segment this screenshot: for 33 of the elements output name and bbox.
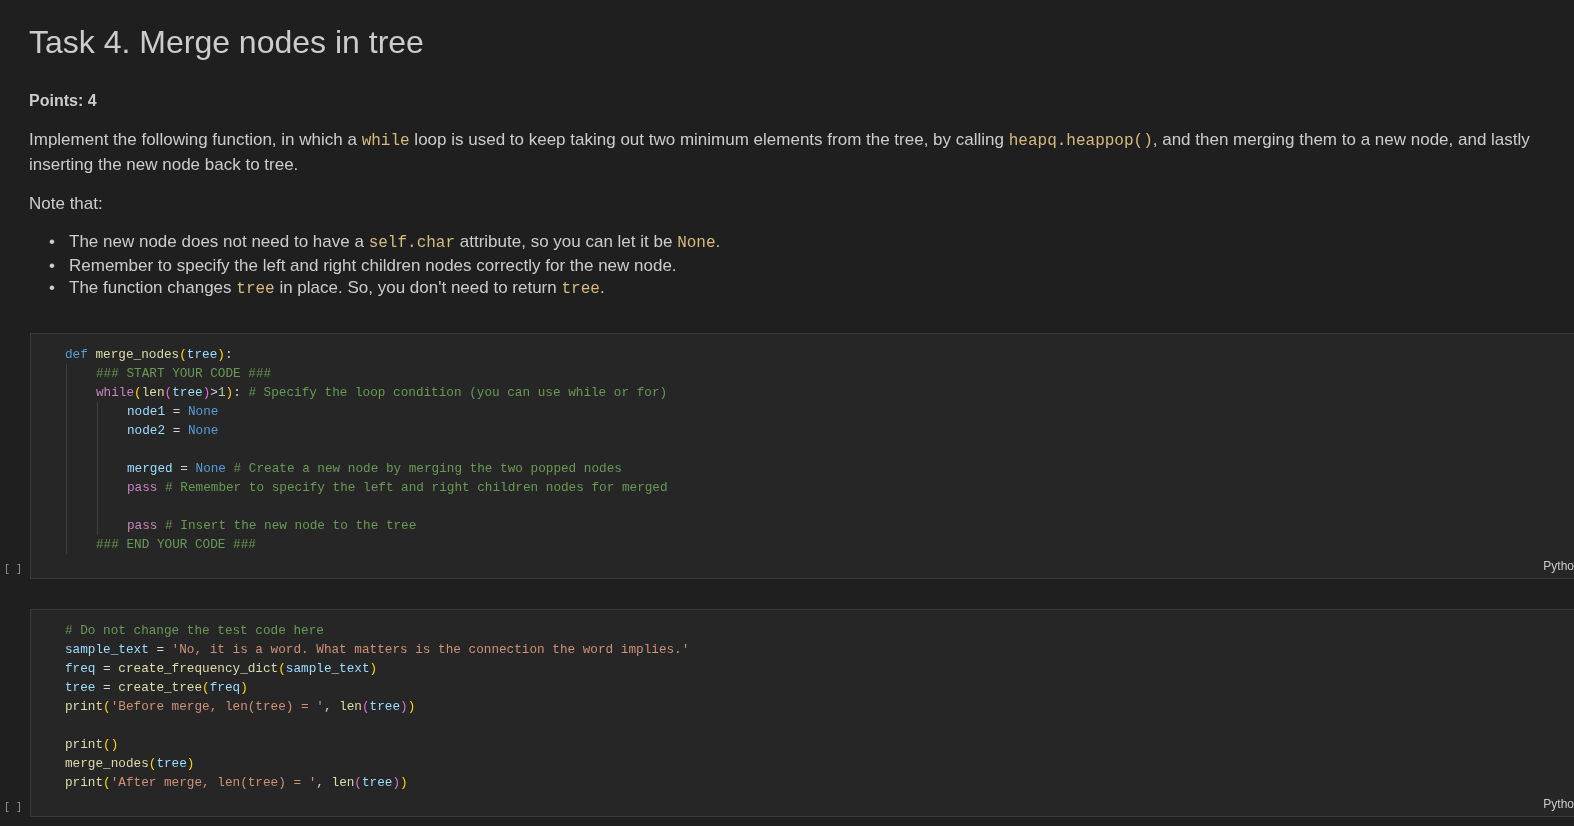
code-line: def merge_nodes(tree): [65,345,233,364]
code-line: # Do not change the test code here [65,621,324,640]
bullet-text: The function changes tree in place. So, you don't need to return tree. [69,277,605,300]
code-line: ### START YOUR CODE ### [96,364,272,383]
points-label: Points: 4 [29,91,98,111]
code-line: print('After merge, len(tree) = ', len(tree)) [65,773,408,792]
bullet-marker: • [49,231,56,253]
execution-count: [ ] [4,801,22,813]
note-text: Note that: [29,193,104,215]
execution-count: [ ] [4,563,22,575]
code-line: merged = None # Create a new node by merging the two popped nodes [127,459,622,478]
bullet-marker: • [49,254,56,277]
code-line: print('Before merge, len(tree) = ', len(tree)) [65,697,416,716]
code-line: while(len(tree)>1): # Specify the loop condition (you can use while or for) [96,383,668,402]
code-line: node2 = None [127,421,219,440]
language-label[interactable]: Pytho [1543,796,1574,811]
code-cell[interactable] [30,332,1574,579]
code-line: sample_text = 'No, it is a word. What matters is the connection the word implies.' [65,640,690,659]
code-line: merge_nodes(tree) [65,754,195,773]
code-line: tree = create_tree(freq) [65,678,248,697]
code-line: print() [65,735,119,754]
task-heading: Task 4. Merge nodes in tree [29,23,425,62]
bullet-marker: • [49,277,56,299]
code-line: node1 = None [127,402,219,421]
code-line: ### END YOUR CODE ### [96,535,256,554]
code-cell[interactable] [30,608,1574,817]
code-line: freq = create_frequency_dict(sample_text) [65,659,378,678]
code-line: pass # Insert the new node to the tree [127,516,417,535]
language-label[interactable]: Pytho [1543,558,1574,573]
code-line: pass # Remember to specify the left and right children nodes for merged [127,478,668,497]
bullet-text: The new node does not need to have a self.char attribute, so you can let it be None. [69,231,721,254]
bullet-text: Remember to specify the left and right children nodes correctly for the new node. [69,254,677,277]
instruction-paragraph: Implement the following function, in which a while loop is used to keep taking out two minimum elements from the tree, by calling heapq.heappop(), and then merging them to a new node, and lastly inserting the new node back to tree. [29,129,1531,176]
